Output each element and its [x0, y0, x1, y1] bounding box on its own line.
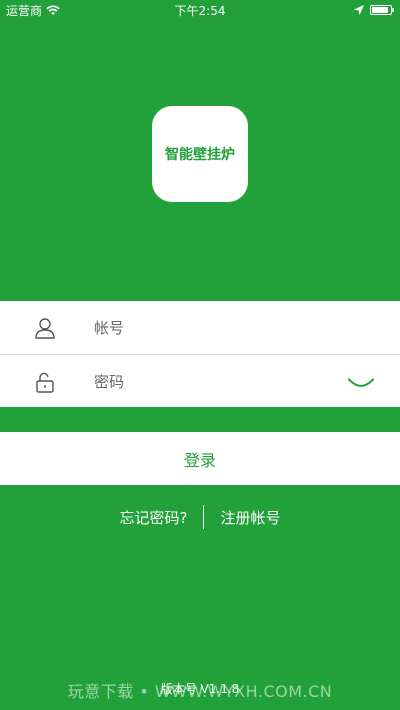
battery-fill [372, 7, 389, 13]
password-row [0, 355, 400, 408]
links-divider [203, 505, 205, 529]
battery-icon [370, 5, 394, 15]
version-label: 版本号 V1.1.8 [160, 682, 240, 696]
status-bar: 运营商 下午2:54 [0, 0, 400, 20]
account-input[interactable] [94, 315, 334, 340]
password-input[interactable] [94, 369, 334, 394]
app-logo: 智能壁挂炉 [152, 106, 248, 202]
login-form [0, 301, 400, 407]
eye-closed-icon[interactable] [348, 376, 374, 390]
wifi-icon [46, 4, 60, 15]
account-row [0, 301, 400, 354]
unlock-icon [36, 372, 54, 393]
app-logo-label: 智能壁挂炉 [165, 147, 235, 163]
user-icon [35, 317, 55, 339]
status-left: 运营商 [0, 2, 60, 19]
login-button-label: 登录 [183, 450, 216, 470]
register-link[interactable]: 注册帐号 [220, 507, 280, 528]
account-links: 忘记密码? 注册帐号 [0, 505, 400, 529]
login-button[interactable]: 登录 [0, 432, 400, 485]
carrier-label: 运营商 [6, 3, 43, 18]
status-right [354, 5, 400, 15]
location-arrow-icon [354, 5, 364, 15]
forgot-password-link[interactable]: 忘记密码? [120, 507, 188, 528]
